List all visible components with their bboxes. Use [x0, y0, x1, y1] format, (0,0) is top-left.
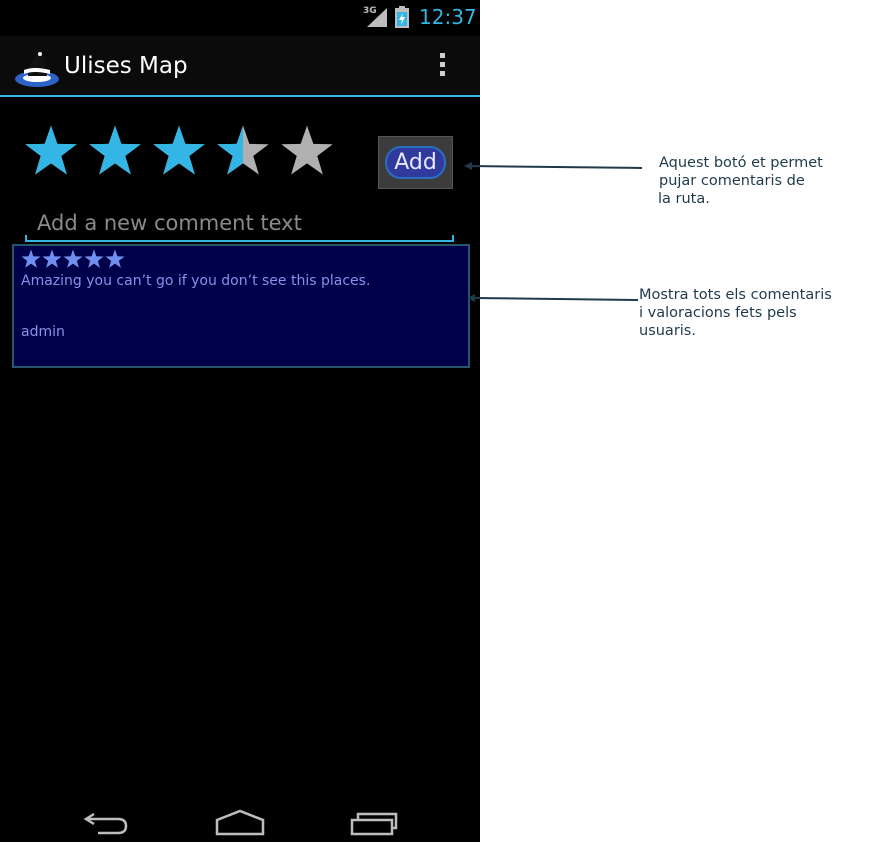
recent-apps-icon[interactable] [350, 808, 400, 836]
rating-star-icon [25, 125, 77, 175]
comment-list-item[interactable]: Amazing you can’t go if you don’t see th… [12, 244, 470, 368]
action-bar: Ulises Map [0, 36, 480, 96]
back-icon[interactable] [82, 808, 130, 836]
add-button-label: Add [385, 146, 446, 179]
annotation-comment-list: Mostra tots els comentaris i valoracions… [639, 286, 869, 340]
comment-input[interactable] [25, 204, 453, 242]
clock: 12:37 [419, 5, 477, 29]
annotation-line: usuaris. [639, 323, 696, 339]
annotation-line: Mostra tots els comentaris [639, 287, 832, 303]
battery-charging-icon [395, 6, 409, 28]
annotation-line: i valoracions fets pels [639, 305, 797, 321]
overflow-menu-icon[interactable] [433, 53, 451, 81]
comment-rating-star-icon [42, 249, 62, 268]
rating-star-icon [153, 125, 205, 175]
signal-icon [367, 8, 387, 27]
app-logo-icon[interactable] [14, 48, 60, 88]
navigation-bar [0, 800, 480, 842]
rating-star-icon [281, 125, 333, 175]
comment-rating-star-icon [84, 249, 104, 268]
annotation-arrow-2 [467, 294, 639, 302]
add-comment-button[interactable]: Add [378, 136, 453, 189]
rating-star-icon [89, 125, 141, 175]
annotation-arrow-1 [464, 162, 643, 170]
app-title: Ulises Map [64, 53, 188, 79]
annotation-line: pujar comentaris de [659, 173, 805, 189]
annotation-add-button: Aquest botó et permet pujar comentaris d… [658, 154, 859, 208]
comment-rating-star-icon [105, 249, 125, 268]
comment-rating-star-icon [63, 249, 83, 268]
phone-screen: 3G 12:37 Ulises Map Add Add a new commen… [0, 0, 480, 842]
action-bar-divider [0, 95, 480, 97]
comment-author: admin [21, 324, 65, 340]
comment-text: Amazing you can’t go if you don’t see th… [21, 273, 371, 289]
annotation-line: Aquest botó et permet [659, 155, 823, 171]
home-icon[interactable] [214, 808, 266, 836]
status-bar: 3G 12:37 [0, 0, 480, 34]
input-underline-tick-left [25, 235, 27, 242]
input-underline [25, 240, 454, 242]
annotation-line: la ruta. [658, 191, 710, 207]
comment-rating-star-icon [21, 249, 41, 268]
input-underline-tick-right [452, 235, 454, 242]
rating-star-icon [217, 125, 269, 175]
